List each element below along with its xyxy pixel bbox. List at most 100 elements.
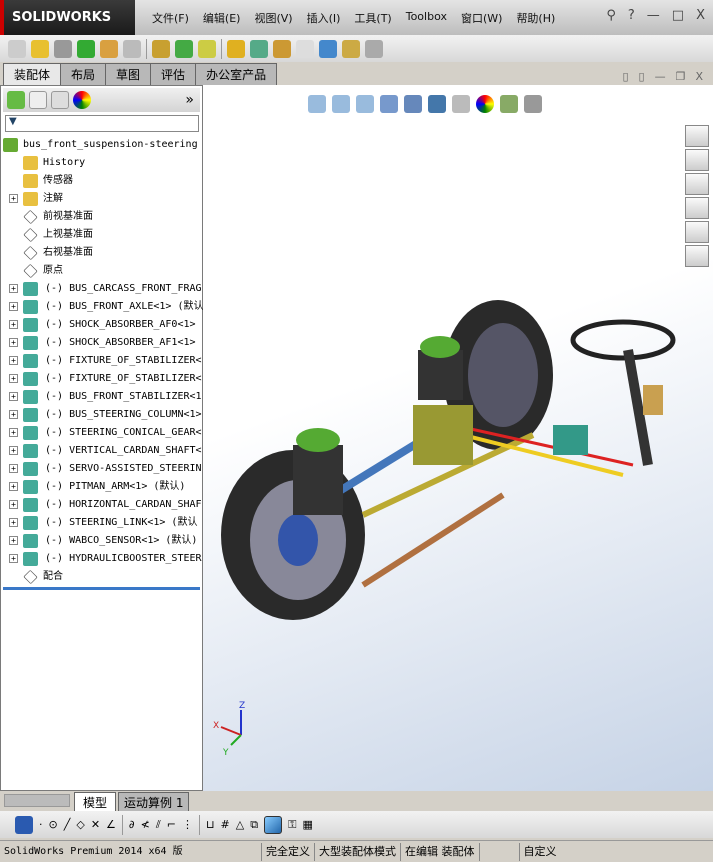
close-button[interactable]: X (696, 8, 705, 23)
doc-restore-icon[interactable]: ❐ (676, 70, 686, 83)
expand-icon[interactable]: + (9, 536, 18, 545)
menu-edit[interactable]: 编辑(E) (196, 10, 248, 26)
doc-close-icon[interactable]: X (695, 70, 703, 83)
instant3d-icon[interactable] (319, 39, 337, 58)
tree-component[interactable]: + (-) HYDRAULICBOOSTER_STEER (1, 550, 204, 568)
configuration-manager-tab[interactable] (51, 91, 69, 109)
tree-component[interactable]: + (-) WABCO_SENSOR<1> (默认) (1, 532, 204, 550)
assembly-features-icon[interactable] (175, 39, 193, 58)
tree-component[interactable]: + (-) SHOCK_ABSORBER_AF0<1> (1, 316, 204, 334)
expand-icon[interactable]: + (9, 320, 18, 329)
display-manager-tab[interactable] (73, 91, 91, 109)
tab-assembly[interactable]: 装配体 (3, 63, 62, 86)
tab-sketch[interactable]: 草图 (105, 63, 152, 86)
tile-left-icon[interactable]: ▯ (622, 70, 628, 83)
circle-icon[interactable]: ⊙ (49, 818, 58, 831)
tree-component[interactable]: + (-) FIXTURE_OF_STABILIZER< (1, 352, 204, 370)
tree-component[interactable]: + (-) BUS_FRONT_STABILIZER<1 (1, 388, 204, 406)
edit-component-icon[interactable] (8, 39, 26, 58)
menu-toolbox[interactable]: Toolbox (399, 10, 454, 26)
help-button[interactable]: ? (628, 8, 635, 23)
polygon-icon[interactable]: ◇ (76, 818, 84, 831)
minimize-button[interactable]: — (647, 8, 660, 23)
perpendicular-icon[interactable]: ⌐ (167, 818, 176, 831)
graphics-area[interactable]: Z X Y (203, 85, 713, 791)
tab-scroll-buttons[interactable] (4, 794, 70, 807)
solidworks-logo[interactable]: SOLIDWORKS (0, 0, 135, 35)
measure-icon[interactable]: ⚿ (288, 818, 296, 832)
expand-icon[interactable]: + (9, 392, 18, 401)
take-snapshot-icon[interactable] (365, 39, 383, 58)
mate-icon[interactable] (54, 39, 72, 58)
restore-button[interactable]: □ (672, 8, 684, 23)
expand-icon[interactable]: + (9, 338, 18, 347)
tree-item[interactable]: 原点 (1, 262, 204, 280)
triangle-icon[interactable]: △ (236, 818, 244, 831)
tab-evaluate[interactable]: 评估 (150, 63, 197, 86)
doc-minimize-icon[interactable]: — (655, 70, 666, 83)
trim-icon[interactable]: ✕ (91, 818, 100, 831)
point-icon[interactable]: · (39, 818, 43, 831)
menu-help[interactable]: 帮助(H) (509, 10, 562, 26)
expand-icon[interactable]: + (9, 446, 18, 455)
tree-item[interactable]: 右视基准面 (1, 244, 204, 262)
feature-manager-tab[interactable] (7, 91, 25, 109)
property-manager-tab[interactable] (29, 91, 47, 109)
menu-tools[interactable]: 工具(T) (347, 10, 398, 26)
bill-of-materials-icon[interactable] (250, 39, 268, 58)
tab-office-products[interactable]: 办公室产品 (195, 63, 278, 86)
tree-component[interactable]: + (-) STEERING_LINK<1> (默认 (1, 514, 204, 532)
menu-view[interactable]: 视图(V) (247, 10, 299, 26)
tab-layout[interactable]: 布局 (60, 63, 107, 86)
line-icon[interactable]: ╱ (64, 818, 71, 831)
tree-component[interactable]: + (-) BUS_STEERING_COLUMN<1> (1, 406, 204, 424)
expand-icon[interactable]: + (9, 374, 18, 383)
tree-root[interactable]: bus_front_suspension-steering (1, 136, 204, 154)
expand-icon[interactable]: + (9, 428, 18, 437)
tab-model[interactable]: 模型 (74, 792, 117, 813)
construction-icon[interactable]: ⋮ (182, 818, 193, 831)
insert-component-icon[interactable] (31, 39, 49, 58)
move-component-icon[interactable] (123, 39, 141, 58)
expand-icon[interactable]: + (9, 302, 18, 311)
exploded-view-icon[interactable] (273, 39, 291, 58)
status-custom[interactable]: 自定义 (520, 843, 561, 861)
linear-pattern-icon[interactable] (77, 39, 95, 58)
menu-file[interactable]: 文件(F) (145, 10, 196, 26)
tab-motion-study[interactable]: 运动算例 1 (118, 792, 190, 813)
angle-icon[interactable]: ∠ (106, 818, 116, 831)
tree-component[interactable]: + (-) STEERING_CONICAL_GEAR< (1, 424, 204, 442)
expand-icon[interactable]: + (9, 482, 18, 491)
reference-geometry-icon[interactable] (198, 39, 216, 58)
smart-fasteners-icon[interactable] (100, 39, 118, 58)
tree-item[interactable]: 传感器 (1, 172, 204, 190)
expand-icon[interactable]: + (9, 356, 18, 365)
new-motion-study-icon[interactable] (227, 39, 245, 58)
tree-component[interactable]: + (-) VERTICAL_CARDAN_SHAFT< (1, 442, 204, 460)
tree-item[interactable]: 前视基准面 (1, 208, 204, 226)
filter-input[interactable]: ▼ (5, 115, 199, 132)
table-icon[interactable]: ▦ (302, 818, 312, 831)
update-speedpak-icon[interactable] (342, 39, 360, 58)
tree-item[interactable]: + 注解 (1, 190, 204, 208)
shaded-icon[interactable] (264, 815, 283, 834)
grid-icon[interactable]: # (221, 818, 230, 831)
menu-window[interactable]: 窗口(W) (454, 10, 509, 26)
assembly-model[interactable]: Z X Y (203, 85, 713, 791)
expand-icon[interactable]: + (9, 554, 18, 563)
save-icon[interactable] (15, 815, 33, 834)
expand-icon[interactable]: » (185, 92, 194, 108)
expand-icon[interactable]: + (9, 500, 18, 509)
dimension-icon[interactable]: ⊔ (206, 818, 215, 831)
tree-component[interactable]: + (-) PITMAN_ARM<1> (默认) (1, 478, 204, 496)
menu-insert[interactable]: 插入(I) (300, 10, 348, 26)
expand-icon[interactable]: + (9, 410, 18, 419)
tree-component[interactable]: + (-) BUS_CARCASS_FRONT_FRAG (1, 280, 204, 298)
tree-component[interactable]: + (-) SERVO-ASSISTED_STEERIN (1, 460, 204, 478)
tile-right-icon[interactable]: ▯ (639, 70, 645, 83)
tree-component[interactable]: + (-) BUS_FRONT_AXLE<1> (默认 (1, 298, 204, 316)
chamfer-icon[interactable]: ≮ (141, 818, 150, 831)
tree-component[interactable]: + (-) FIXTURE_OF_STABILIZER< (1, 370, 204, 388)
fillet-icon[interactable]: ∂ (129, 818, 135, 831)
expand-icon[interactable]: + (9, 464, 18, 473)
